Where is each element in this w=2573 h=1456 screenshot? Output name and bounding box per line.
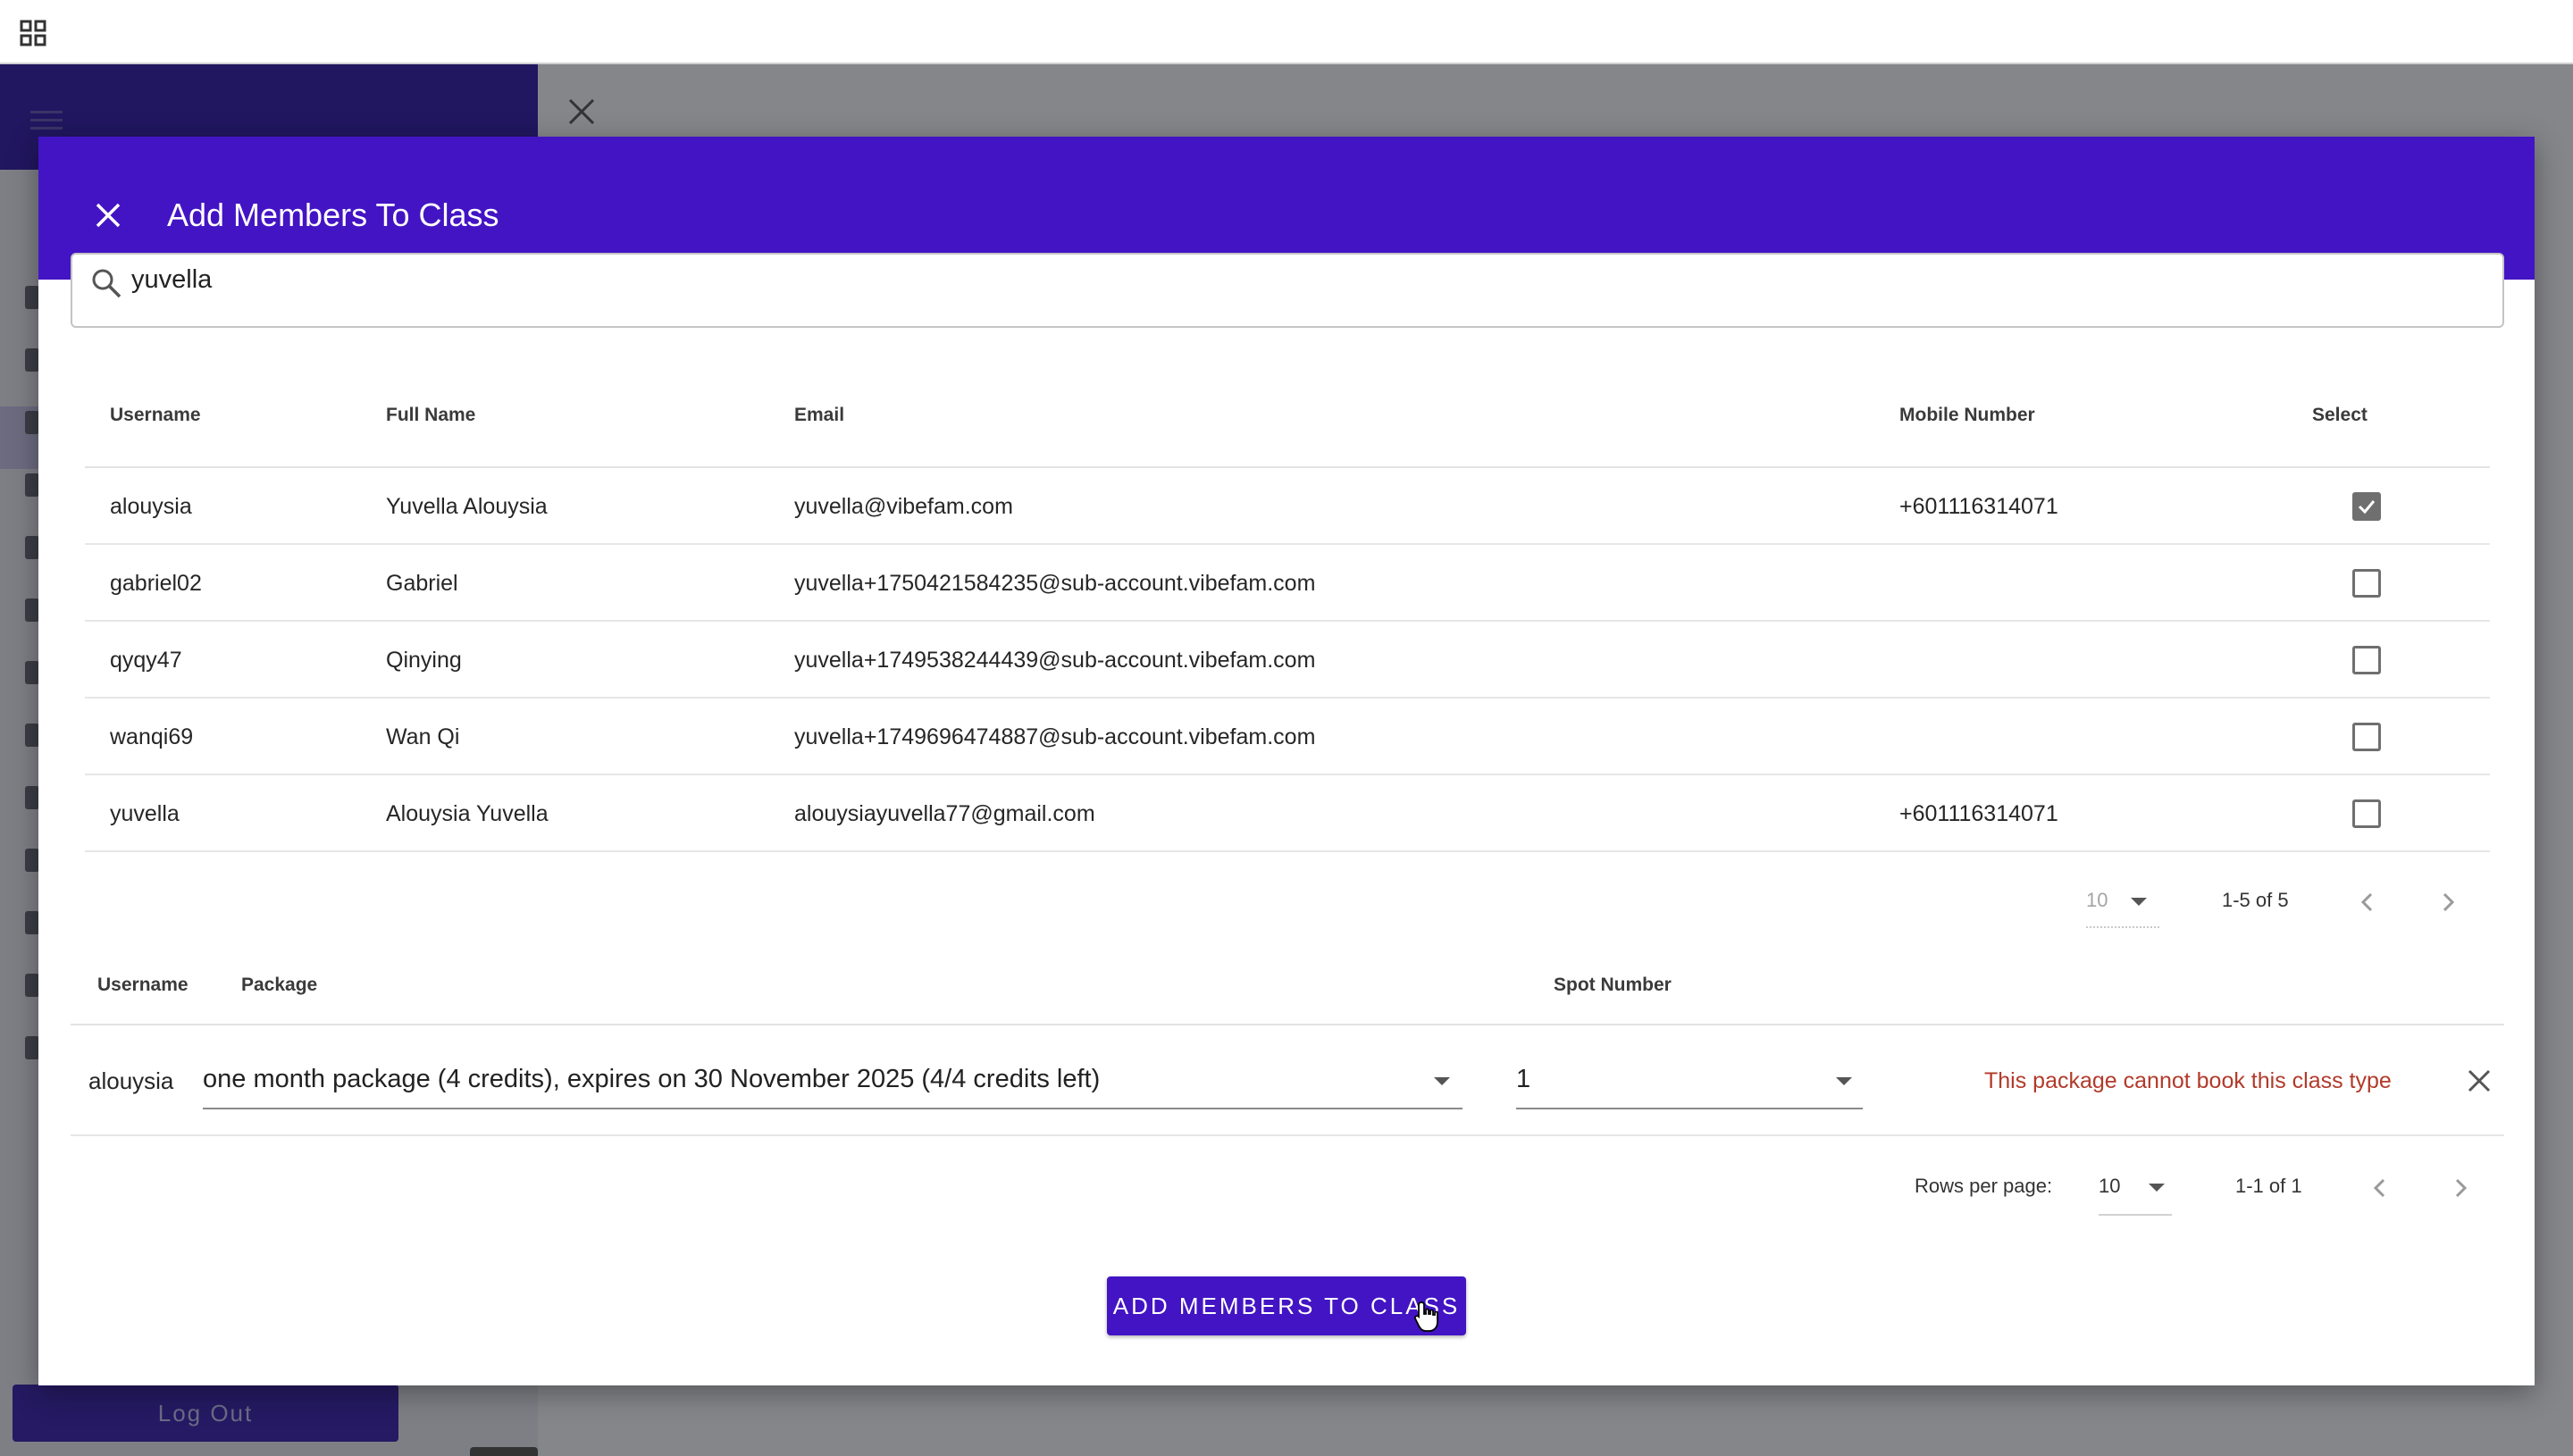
column-header-spot-number: Spot Number: [1554, 975, 1672, 995]
rows-per-page-label: Rows per page:: [1915, 1175, 2053, 1197]
sidebar-item-icon[interactable]: [25, 724, 39, 747]
cell-mobile: +601116314071: [1899, 801, 2058, 826]
cell-username: qyqy47: [110, 648, 182, 673]
logout-button[interactable]: Log Out: [13, 1385, 398, 1442]
column-header-email: Email: [794, 405, 845, 425]
cell-mobile: +601116314071: [1899, 494, 2058, 519]
rows-per-page-select[interactable]: 10: [2086, 885, 2159, 928]
column-header-mobile: Mobile Number: [1899, 405, 2035, 425]
cell-email: yuvella+1750421584235@sub-account.vibefa…: [794, 571, 1316, 596]
package-value: one month package (4 credits), expires o…: [203, 1065, 1101, 1093]
table-row[interactable]: yuvella Alouysia Yuvella alouysiayuvella…: [85, 775, 2490, 852]
hand-cursor-icon: [1413, 1301, 1438, 1332]
search-icon: [92, 269, 122, 298]
cell-full-name: Qinying: [386, 648, 462, 673]
table-row[interactable]: qyqy47 Qinying yuvella+1749538244439@sub…: [85, 622, 2490, 699]
chevron-down-icon: [2131, 898, 2147, 906]
select-checkbox[interactable]: [2352, 799, 2381, 828]
close-icon[interactable]: [566, 96, 597, 127]
rows-per-page-value: 10: [2099, 1175, 2121, 1197]
cell-email: alouysiayuvella77@gmail.com: [794, 801, 1095, 826]
sidebar-item-icon[interactable]: [25, 661, 39, 684]
package-select[interactable]: one month package (4 credits), expires o…: [203, 1058, 1463, 1109]
cell-full-name: Gabriel: [386, 571, 458, 596]
page-range: 1-5 of 5: [2222, 889, 2289, 911]
sidebar-item-icon[interactable]: [25, 348, 39, 372]
column-header-username: Username: [110, 405, 201, 425]
chevron-left-icon[interactable]: [2368, 1176, 2392, 1200]
select-checkbox[interactable]: [2352, 646, 2381, 674]
select-checkbox[interactable]: [2352, 492, 2381, 521]
dialog-title: Add Members To Class: [167, 197, 499, 233]
table-row[interactable]: wanqi69 Wan Qi yuvella+1749696474887@sub…: [85, 699, 2490, 775]
chevron-down-icon: [2149, 1184, 2165, 1192]
grid-icon[interactable]: [20, 20, 46, 46]
spot-number-select[interactable]: 1: [1516, 1058, 1863, 1109]
sidebar-item-icon[interactable]: [25, 598, 39, 622]
search-input[interactable]: yuvella: [71, 253, 2504, 328]
sidebar-item-icon[interactable]: [25, 473, 39, 497]
column-header-package: Package: [241, 975, 318, 995]
column-header-username: Username: [97, 975, 189, 995]
error-message: This package cannot book this class type: [1984, 1068, 2392, 1093]
cell-username: alouysia: [110, 494, 192, 519]
rows-per-page-value: 10: [2086, 889, 2108, 911]
cell-email: yuvella+1749538244439@sub-account.vibefa…: [794, 648, 1316, 673]
cell-full-name: Yuvella Alouysia: [386, 494, 548, 519]
selected-member-row: alouysia one month package (4 credits), …: [71, 1025, 2504, 1136]
sidebar-item-icon[interactable]: [25, 411, 39, 434]
cell-username: wanqi69: [110, 724, 194, 749]
column-header-select: Select: [2312, 405, 2368, 425]
cell-email: yuvella+1749696474887@sub-account.vibefa…: [794, 724, 1316, 749]
table-row[interactable]: alouysia Yuvella Alouysia yuvella@vibefa…: [85, 468, 2490, 545]
sidebar-item-icon[interactable]: [25, 786, 39, 809]
select-checkbox[interactable]: [2352, 723, 2381, 751]
spot-number-value: 1: [1516, 1065, 1531, 1093]
chevron-down-icon: [1836, 1077, 1852, 1085]
cell-email: yuvella@vibefam.com: [794, 494, 1013, 519]
cell-full-name: Alouysia Yuvella: [386, 801, 549, 826]
cell-username: gabriel02: [110, 571, 202, 596]
top-bar: [0, 0, 2573, 64]
sidebar-item-icon[interactable]: [25, 1036, 39, 1059]
bottom-tab: [470, 1447, 538, 1456]
sidebar-item-icon[interactable]: [25, 536, 39, 559]
sidebar-item-icon[interactable]: [25, 911, 39, 934]
table-row[interactable]: gabriel02 Gabriel yuvella+1750421584235@…: [85, 545, 2490, 622]
chevron-down-icon: [1434, 1077, 1450, 1085]
chevron-right-icon[interactable]: [2449, 1176, 2472, 1200]
search-value: yuvella: [131, 265, 213, 294]
column-header-full-name: Full Name: [386, 405, 476, 425]
chevron-right-icon[interactable]: [2436, 891, 2460, 914]
rows-per-page-select[interactable]: 10: [2099, 1171, 2172, 1216]
close-icon[interactable]: [94, 201, 122, 230]
close-icon[interactable]: [2467, 1068, 2492, 1093]
cell-username: alouysia: [88, 1067, 174, 1094]
cell-full-name: Wan Qi: [386, 724, 460, 749]
add-members-dialog: Add Members To Class yuvella Username Fu…: [38, 137, 2535, 1385]
sidebar-item-icon[interactable]: [25, 849, 39, 872]
add-members-button[interactable]: ADD MEMBERS TO CLASS: [1107, 1276, 1466, 1335]
page-range: 1-1 of 1: [2235, 1175, 2302, 1197]
sidebar-item-icon[interactable]: [25, 286, 39, 309]
chevron-left-icon[interactable]: [2356, 891, 2379, 914]
cell-username: yuvella: [110, 801, 180, 826]
hamburger-icon[interactable]: [30, 109, 63, 130]
select-checkbox[interactable]: [2352, 569, 2381, 598]
sidebar-item-icon[interactable]: [25, 974, 39, 997]
